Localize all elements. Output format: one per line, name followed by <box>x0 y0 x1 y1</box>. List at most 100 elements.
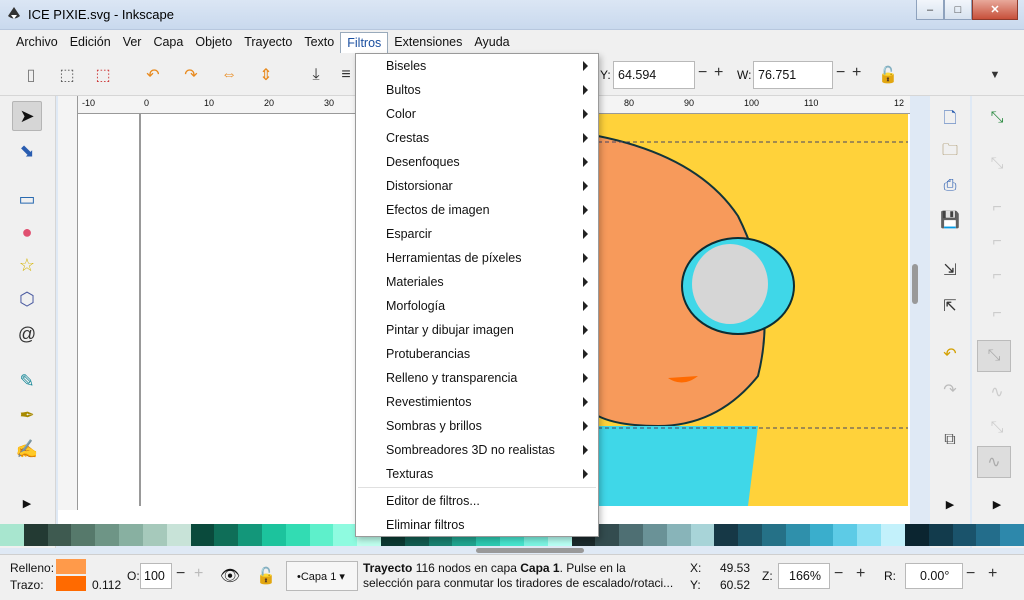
open-folder-icon[interactable]: 🗀 <box>938 140 962 164</box>
rotation-input[interactable]: 0.00° <box>905 563 963 589</box>
palette-swatch[interactable] <box>690 524 715 546</box>
palette-swatch[interactable] <box>333 524 358 546</box>
filters-submenu-item[interactable]: Bultos <box>356 78 598 102</box>
palette-swatch[interactable] <box>119 524 143 546</box>
filters-submenu-item[interactable]: Morfología <box>356 294 598 318</box>
palette-swatch[interactable] <box>285 524 310 546</box>
w-decrement-button[interactable]: − <box>836 64 845 82</box>
toolbox-expand-icon[interactable]: ▶ <box>12 488 42 518</box>
menu-ayuda[interactable]: Ayuda <box>468 32 515 52</box>
palette-swatch[interactable] <box>47 524 72 546</box>
opacity-increment-button[interactable]: + <box>194 565 203 583</box>
star-tool-icon[interactable]: ☆ <box>12 250 42 280</box>
layer-visibility-icon[interactable]: 👁 <box>218 565 242 587</box>
palette-swatch[interactable] <box>952 524 977 546</box>
palette-swatch[interactable] <box>214 524 239 546</box>
export-icon[interactable]: ⇱ <box>938 294 962 318</box>
menu-filtros[interactable]: Filtros <box>340 31 389 53</box>
ellipse-tool-icon[interactable]: ● <box>12 217 42 247</box>
palette-swatch[interactable] <box>738 524 762 546</box>
snap-edges-icon[interactable]: ⌐ <box>984 196 1010 220</box>
snap-bbox-icon[interactable]: ⤡ <box>984 152 1010 176</box>
pen-tool-icon[interactable]: ✒ <box>12 400 42 430</box>
menu-ver[interactable]: Ver <box>117 32 148 52</box>
layer-lock-icon[interactable]: 🔓 <box>256 565 276 587</box>
page-icon[interactable]: ▯ <box>20 64 42 86</box>
flip-vertical-icon[interactable]: ⇕ <box>255 64 277 86</box>
rotate-cw-icon[interactable]: ↷ <box>180 64 202 86</box>
snap-smooth-icon[interactable]: ∿ <box>977 446 1011 478</box>
filters-submenu-item[interactable]: Sombras y brillos <box>356 414 598 438</box>
palette-swatch[interactable] <box>809 524 834 546</box>
menu-edicion[interactable]: Edición <box>64 32 117 52</box>
palette-swatch[interactable] <box>762 524 786 546</box>
palette-swatch[interactable] <box>857 524 882 546</box>
palette-swatch[interactable] <box>904 524 929 546</box>
menu-capa[interactable]: Capa <box>147 32 189 52</box>
select-all-layers-icon[interactable]: ⬚ <box>92 64 114 86</box>
snap-toggle-icon[interactable]: ⤡ <box>984 106 1010 130</box>
rotation-decrement-button[interactable]: − <box>966 565 975 583</box>
y-increment-button[interactable]: + <box>714 64 723 82</box>
snap-nodes-icon[interactable]: ⤡ <box>977 340 1011 372</box>
filter-editor-item[interactable]: Editor de filtros... <box>356 489 598 513</box>
filters-submenu-item[interactable]: Color <box>356 102 598 126</box>
filters-submenu-item[interactable]: Distorsionar <box>356 174 598 198</box>
snap-expand-icon[interactable]: ▶ <box>984 492 1010 516</box>
minimize-button[interactable]: – <box>916 0 944 20</box>
rotation-increment-button[interactable]: + <box>988 565 997 583</box>
filters-submenu-item[interactable]: Esparcir <box>356 222 598 246</box>
palette-swatch[interactable] <box>976 524 1001 546</box>
palette-swatch[interactable] <box>166 524 191 546</box>
lower-to-bottom-icon[interactable]: ⤓ <box>305 64 327 86</box>
close-button[interactable]: ✕ <box>972 0 1018 20</box>
new-document-icon[interactable]: 🗋 <box>938 108 962 132</box>
redo-icon[interactable]: ↷ <box>938 378 962 402</box>
duplicate-icon[interactable]: ⧉ <box>938 428 962 452</box>
import-icon[interactable]: ⇲ <box>938 258 962 282</box>
palette-swatch[interactable] <box>0 524 24 546</box>
opacity-input[interactable]: 100 <box>140 563 172 589</box>
calligraphy-tool-icon[interactable]: ✍ <box>12 434 42 464</box>
w-increment-button[interactable]: + <box>852 64 861 82</box>
selector-tool-icon[interactable]: ➤ <box>12 101 42 131</box>
node-tool-icon[interactable]: ⬊ <box>12 136 42 166</box>
palette-swatch[interactable] <box>190 524 215 546</box>
filters-submenu-item[interactable]: Relleno y transparencia <box>356 366 598 390</box>
save-icon[interactable]: 💾 <box>938 208 962 232</box>
print-icon[interactable]: ⎙ <box>938 174 962 198</box>
rectangle-tool-icon[interactable]: ▭ <box>12 184 42 214</box>
palette-swatch[interactable] <box>142 524 167 546</box>
zoom-increment-button[interactable]: + <box>856 565 865 583</box>
lock-icon[interactable]: 🔓 <box>878 64 898 86</box>
menu-texto[interactable]: Texto <box>298 32 340 52</box>
snap-midpoints-icon[interactable]: ⌐ <box>984 264 1010 288</box>
filters-submenu-item[interactable]: Crestas <box>356 126 598 150</box>
snap-center-icon[interactable]: ⌐ <box>984 302 1010 326</box>
stroke-swatch[interactable] <box>56 576 86 591</box>
snap-intersections-icon[interactable]: ⤡ <box>984 416 1010 440</box>
palette-swatch[interactable] <box>666 524 691 546</box>
filters-submenu-item[interactable]: Biseles <box>356 54 598 78</box>
undo-icon[interactable]: ↶ <box>938 342 962 366</box>
palette-swatch[interactable] <box>1000 524 1024 546</box>
opacity-decrement-button[interactable]: − <box>176 565 185 583</box>
filters-submenu-item[interactable]: Materiales <box>356 270 598 294</box>
palette-swatch[interactable] <box>833 524 858 546</box>
palette-swatch[interactable] <box>261 524 286 546</box>
select-all-icon[interactable]: ⬚ <box>56 64 78 86</box>
menu-trayecto[interactable]: Trayecto <box>238 32 298 52</box>
more-options-icon[interactable]: ▼ <box>986 64 1004 86</box>
filters-submenu-item[interactable]: Desenfoques <box>356 150 598 174</box>
snap-paths-icon[interactable]: ∿ <box>984 380 1010 404</box>
palette-swatch[interactable] <box>642 524 667 546</box>
filters-submenu-item[interactable]: Revestimientos <box>356 390 598 414</box>
filters-submenu-item[interactable]: Protuberancias <box>356 342 598 366</box>
w-input[interactable]: 76.751 <box>753 61 833 89</box>
spiral-tool-icon[interactable]: @ <box>12 319 42 349</box>
zoom-input[interactable]: 166% <box>778 563 830 589</box>
menu-extensiones[interactable]: Extensiones <box>388 32 468 52</box>
y-decrement-button[interactable]: − <box>698 64 707 82</box>
zoom-decrement-button[interactable]: − <box>834 565 843 583</box>
lower-icon[interactable]: ≡ <box>338 64 354 86</box>
